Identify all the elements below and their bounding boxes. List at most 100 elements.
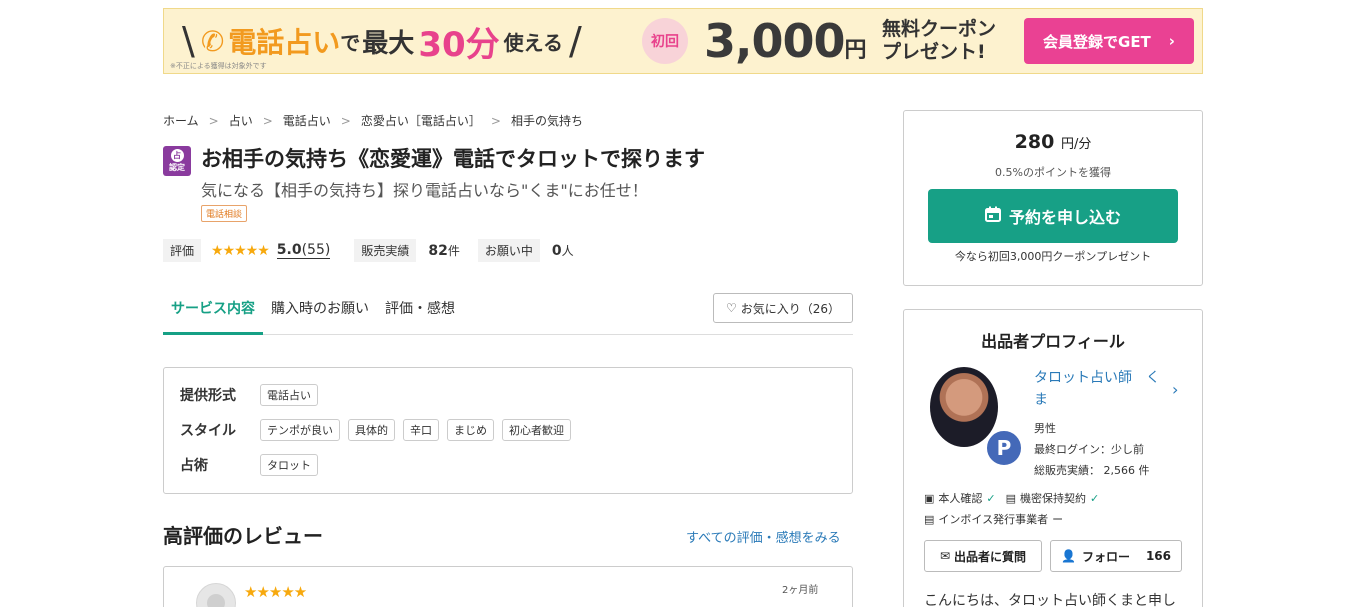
service-subtitle: 気になる【相手の気持ち】探り電話占いなら"くま"にお任せ！ — [201, 181, 648, 200]
requests-value: 0人 — [552, 242, 574, 259]
review-date: 2ヶ月前 — [782, 585, 819, 596]
coupon-note: 今なら初回3,000円クーポンプレゼント — [954, 250, 1152, 263]
mail-icon: ✉ — [939, 549, 951, 563]
phone-icon: ✆ — [200, 24, 225, 58]
rating-label: 評価 — [163, 239, 202, 262]
chevron-right-icon[interactable]: › — [1172, 380, 1178, 399]
tab-service-content[interactable]: サービス内容 — [163, 292, 263, 335]
tab-purchase-requests[interactable]: 購入時のお願い — [263, 292, 377, 334]
certified-badge-icon: 占 認定 — [163, 146, 191, 176]
style-tag: テンポが良い — [260, 419, 340, 441]
register-get-label: 会員登録でGET — [1043, 32, 1151, 51]
banner-saidai: 最大 — [362, 28, 415, 59]
price-unit: 円/分 — [1060, 137, 1092, 152]
profile-heading: 出品者プロフィール — [981, 332, 1125, 351]
calendar-icon — [984, 206, 1001, 226]
format-tag: 電話占い — [260, 384, 318, 406]
rating-score[interactable]: 5.0(55) — [276, 242, 331, 259]
breadcrumb-home[interactable]: ホーム — [163, 112, 199, 129]
detail-row-format: 提供形式 電話占い — [180, 384, 326, 406]
requests-number: 0 — [551, 243, 562, 259]
platinum-badge-icon: P — [984, 428, 1024, 468]
service-title: お相手の気持ち《恋愛運》電話でタロットで探ります — [201, 147, 705, 171]
sales-number: 82 — [428, 243, 448, 259]
banner-coupon-line2: プレゼント! — [882, 41, 986, 63]
style-tag: 辛口 — [403, 419, 439, 441]
method-tag: タロット — [260, 454, 318, 476]
see-all-reviews-link[interactable]: すべての評価・感想をみる — [686, 527, 841, 546]
breadcrumb: ホーム > 占い > 電話占い > 恋愛占い［電話占い］ > 相手の気持ち — [163, 112, 583, 129]
method-label: 占術 — [180, 458, 208, 474]
reserve-button[interactable]: 予約を申し込む — [928, 189, 1178, 243]
style-label: スタイル — [180, 423, 236, 439]
breadcrumb-phone-uranai[interactable]: 電話占い — [283, 112, 331, 129]
seller-intro: こんにちは、タロット占い師くまと申し — [924, 593, 1176, 607]
identity-label: 本人確認 — [938, 492, 983, 505]
price-value: 280 — [1014, 131, 1055, 153]
sales-label: 販売実績 — [354, 239, 417, 262]
favorite-label: お気に入り（26） — [740, 301, 841, 316]
reviews-heading: 高評価のレビュー — [163, 524, 323, 548]
style-tag: 具体的 — [348, 419, 395, 441]
user-icon — [207, 594, 225, 607]
breadcrumb-uranai[interactable]: 占い — [229, 112, 253, 129]
invoice-label: インボイス発行事業者 — [938, 513, 1049, 526]
seller-last-login: 最終ログイン：少し前 — [1034, 443, 1144, 456]
banner-de: で — [340, 30, 361, 55]
banner-note: ※不正による獲得は対象外です — [170, 62, 267, 70]
breadcrumb-current[interactable]: 相手の気持ち — [511, 112, 583, 129]
price-card: 280 円/分 0.5%のポイントを獲得 予約を申し込む 今なら初回3,000円… — [903, 110, 1203, 286]
add-user-icon: 👤 — [1060, 549, 1076, 563]
requests-label: お願い中 — [477, 239, 540, 262]
certified-badge-bottom: 認定 — [169, 163, 185, 172]
heart-icon: ♡ — [725, 301, 737, 315]
banner-minutes: 30分 — [418, 24, 500, 65]
sales-value: 82件 — [428, 242, 460, 259]
reserve-label: 予約を申し込む — [1008, 208, 1121, 227]
promo-banner[interactable]: \ ✆ 電話占い で 最大 30分 使える / 初回 3,000 円 無料クーポ… — [163, 8, 1203, 74]
seller-profile-card: 出品者プロフィール P タロット占い師 くま › 男性 最終ログイン：少し前 総… — [903, 309, 1203, 607]
review-stars-icon: ★★★★★ — [244, 583, 307, 601]
nda-label: 機密保持契約 — [1020, 492, 1087, 505]
follow-button[interactable]: 👤 フォロー 166 — [1050, 540, 1182, 572]
review-card: ★★★★★ 2ヶ月前 — [163, 566, 853, 607]
follow-label: フォロー — [1081, 549, 1130, 564]
rating-count: (55) — [301, 242, 331, 258]
banner-tsukaeru: 使える — [503, 30, 564, 55]
reviewer-avatar — [196, 583, 236, 607]
banner-slash-left: \ — [182, 19, 195, 63]
service-details: 提供形式 電話占い スタイル テンポが良い 具体的 辛口 まじめ 初心者歓迎 占… — [163, 367, 853, 494]
banner-phone-word: 電話占い — [228, 26, 341, 59]
follow-count: 166 — [1145, 549, 1172, 563]
document-icon: ▤ — [924, 512, 935, 526]
ask-seller-button[interactable]: ✉ 出品者に質問 — [924, 540, 1042, 572]
phone-consult-tag: 電話相談 — [201, 205, 248, 222]
person-icon: ▣ — [924, 491, 935, 505]
breadcrumb-love-uranai[interactable]: 恋愛占い［電話占い］ — [361, 112, 481, 129]
banner-coupon-line1: 無料クーポン — [882, 18, 997, 40]
tab-reviews[interactable]: 評価・感想 — [377, 292, 463, 334]
lock-icon: ▤ — [1005, 491, 1017, 505]
banner-slash-right: / — [569, 19, 582, 63]
requests-unit: 人 — [561, 244, 574, 258]
price: 280 円/分 — [904, 131, 1202, 153]
invoice-row: ▤ インボイス発行事業者 ー — [924, 511, 1063, 527]
register-get-button[interactable]: 会員登録でGET › — [1024, 18, 1194, 64]
breadcrumb-separator-icon: > — [262, 113, 273, 128]
seller-name-link[interactable]: タロット占い師 くま — [1034, 367, 1164, 411]
banner-yen: 円 — [844, 38, 867, 63]
seller-gender: 男性 — [1034, 422, 1056, 435]
favorite-button[interactable]: ♡ お気に入り（26） — [713, 293, 853, 323]
check-icon: ✓ — [986, 491, 996, 505]
detail-row-style: スタイル テンポが良い 具体的 辛口 まじめ 初心者歓迎 — [180, 419, 579, 441]
breadcrumb-separator-icon: > — [340, 113, 351, 128]
rating-stars-icon: ★★★★★ — [211, 242, 270, 259]
invoice-status: ー — [1052, 513, 1064, 526]
check-icon: ✓ — [1090, 491, 1100, 505]
breadcrumb-separator-icon: > — [208, 113, 219, 128]
banner-amount: 3,000 — [704, 14, 846, 68]
sales-unit: 件 — [447, 244, 460, 258]
rating-value: 5.0 — [276, 242, 302, 258]
points-note: 0.5%のポイントを獲得 — [995, 166, 1111, 179]
detail-row-method: 占術 タロット — [180, 454, 326, 476]
